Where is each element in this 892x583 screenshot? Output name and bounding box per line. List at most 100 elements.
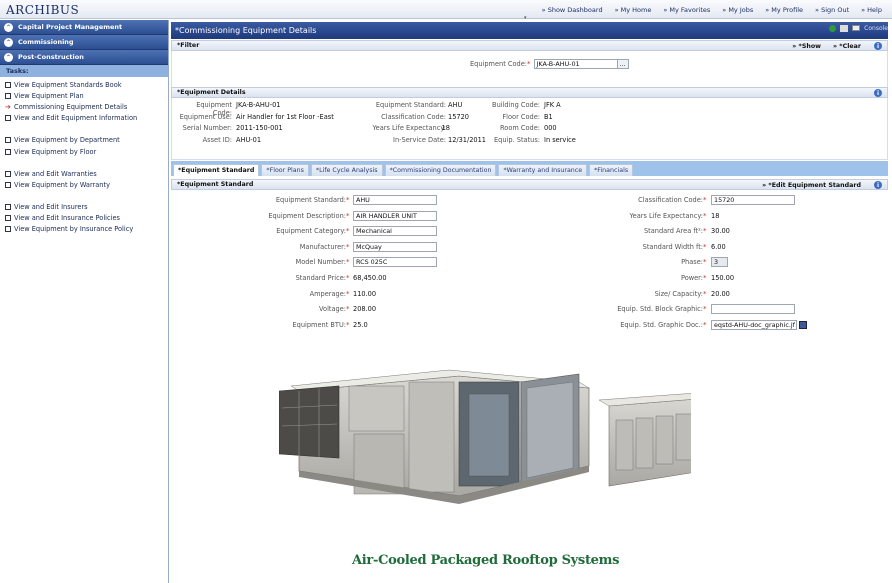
required-mark: * <box>346 274 350 282</box>
task-item[interactable]: View and Edit Warranties <box>0 168 168 179</box>
detail-label: Room Code: <box>500 124 540 132</box>
detail-label: Equip. Status: <box>494 135 540 144</box>
task-item[interactable]: View Equipment Standards Book <box>0 79 168 90</box>
graphic-doc-field[interactable]: eqstd-AHU-doc_graphic.jf <box>711 319 797 330</box>
task-label: View Equipment Standards Book <box>14 80 122 89</box>
browse-button[interactable]: ... <box>617 59 629 69</box>
detail-label: Serial Number: <box>182 124 232 132</box>
field-label: Standard Width ft: <box>642 242 703 251</box>
help-link[interactable]: » Help <box>861 6 882 14</box>
task-item[interactable]: View Equipment Plan <box>0 90 168 101</box>
required-mark: * <box>703 196 707 204</box>
task-item[interactable]: View and Edit Insurers <box>0 202 168 213</box>
my-favorites-link[interactable]: » My Favorites <box>663 6 710 14</box>
standard-title: *Equipment Standard <box>177 181 254 188</box>
task-list: View Equipment Standards Book View Equipm… <box>0 77 168 235</box>
field-label: Standard Price: <box>295 274 346 282</box>
section-post-construction[interactable]: ⌃ Post-Construction <box>0 50 168 65</box>
document-icon[interactable] <box>799 320 807 329</box>
equipment-details-header: *Equipment Details i <box>171 87 888 98</box>
main-panel: *Commissioning Equipment Details Console… <box>171 20 892 583</box>
phase-select[interactable]: 3 <box>711 257 728 268</box>
detail-label: Equipment Use: <box>179 112 232 121</box>
info-icon[interactable]: i <box>874 181 882 189</box>
tab-equipment-standard[interactable]: *Equipment Standard <box>173 164 260 176</box>
add-icon[interactable] <box>829 25 837 32</box>
field-input[interactable]: AHU <box>353 195 437 205</box>
detail-value: JFK A <box>544 101 561 109</box>
panel-title-bar: *Commissioning Equipment Details <box>171 22 888 39</box>
checkbox-icon <box>5 92 11 99</box>
field-value: 25.0 <box>353 320 368 329</box>
field-label: Equipment BTU: <box>292 320 347 329</box>
required-mark: * <box>346 305 350 314</box>
chevron-up-icon: ⌃ <box>4 52 13 62</box>
title-icons: Console <box>829 25 888 32</box>
field-label: Equipment Standard: <box>275 196 346 204</box>
filter-title: *Filter <box>177 42 200 49</box>
field-label: Equip. Std. Graphic Doc.: <box>620 320 703 329</box>
tab-warranty-and-insurance[interactable]: *Warranty and Insurance <box>498 164 588 176</box>
email-icon[interactable] <box>852 25 861 31</box>
checkbox-icon <box>5 204 11 211</box>
detail-label: Asset ID: <box>202 135 232 144</box>
field-label: Phase: <box>681 258 703 267</box>
detail-value: 2011-150-001 <box>236 124 283 132</box>
section-commissioning[interactable]: ⌃ Commissioning <box>0 35 168 50</box>
field-value: 150.00 <box>711 274 735 282</box>
task-item[interactable]: View Equipment by Department <box>0 135 168 146</box>
show-button[interactable]: » *Show <box>792 43 821 50</box>
edit-equipment-standard-button[interactable]: » *Edit Equipment Standard <box>762 182 861 189</box>
task-label: View and Edit Insurers <box>14 203 88 212</box>
field-input[interactable]: 15720 <box>711 195 795 205</box>
task-item[interactable]: View and Edit Insurance Policies <box>0 213 168 224</box>
rooftop-unit-image <box>278 369 735 504</box>
field-value: 68,450.00 <box>353 274 387 282</box>
panel-title: *Commissioning Equipment Details <box>175 26 317 35</box>
field-input[interactable]: McQuay <box>353 241 437 252</box>
task-item[interactable]: ➔ Commissioning Equipment Details <box>0 101 168 112</box>
tab-commissioning-documentation[interactable]: *Commissioning Documentation <box>384 164 497 176</box>
show-dashboard-link[interactable]: » Show Dashboard <box>542 6 603 14</box>
tab-life-cycle-analysis[interactable]: *Life Cycle Analysis <box>310 164 383 176</box>
sign-out-link[interactable]: » Sign Out <box>815 6 849 14</box>
field-input[interactable]: Mechanical <box>353 226 437 237</box>
my-home-link[interactable]: » My Home <box>615 6 652 14</box>
required-mark: * <box>703 320 707 329</box>
field-input[interactable]: AIR HANDLER UNIT <box>353 210 437 221</box>
equipment-details-body: Equipment Code: JKA-B-AHU-01 Equipment Use… <box>171 98 888 160</box>
detail-value: 18 <box>441 124 450 132</box>
tab-financials[interactable]: *Financials <box>589 164 634 176</box>
navigation-pane: ⌃ Capital Project Management ⌃ Commissioni… <box>0 20 169 583</box>
equipment-graphic: Air-Cooled Packaged Rooftop Systems <box>278 346 735 568</box>
checkbox-icon <box>5 115 11 122</box>
print-icon[interactable] <box>840 25 849 32</box>
task-item[interactable]: View Equipment by Insurance Policy <box>0 224 168 235</box>
my-jobs-link[interactable]: » My Jobs <box>722 6 753 14</box>
console-link[interactable]: Console <box>864 25 888 32</box>
archibus-logo: ARCHIBUS <box>6 3 80 17</box>
checkbox-icon <box>5 81 11 88</box>
tab-floor-plans[interactable]: *Floor Plans <box>261 164 309 176</box>
clear-button[interactable]: » *Clear <box>833 43 861 50</box>
task-item[interactable]: View Equipment by Floor <box>0 146 168 157</box>
detail-value: 000 <box>544 124 557 132</box>
checkbox-icon <box>5 148 11 155</box>
required-mark: * <box>346 242 350 251</box>
task-item[interactable]: View Equipment by Warranty <box>0 179 168 190</box>
field-value: 6.00 <box>711 242 726 251</box>
task-item[interactable]: View and Edit Equipment Information <box>0 113 168 124</box>
required-mark: * <box>346 211 350 220</box>
required-mark: * <box>346 320 350 329</box>
image-caption: Air-Cooled Packaged Rooftop Systems <box>352 553 620 568</box>
info-icon[interactable]: i <box>874 89 882 97</box>
field-input[interactable] <box>711 304 795 315</box>
my-profile-link[interactable]: » My Profile <box>765 6 803 14</box>
section-label: Capital Project Management <box>18 23 123 31</box>
tasks-header: Tasks: <box>0 65 168 77</box>
equipment-code-input[interactable]: JKA-B-AHU-01 <box>533 59 618 69</box>
field-input[interactable]: RCS 025C <box>353 257 437 268</box>
equipment-code-label: Equipment Code: <box>470 60 527 68</box>
section-capital-project-management[interactable]: ⌃ Capital Project Management <box>0 20 168 35</box>
info-icon[interactable]: i <box>874 42 882 50</box>
